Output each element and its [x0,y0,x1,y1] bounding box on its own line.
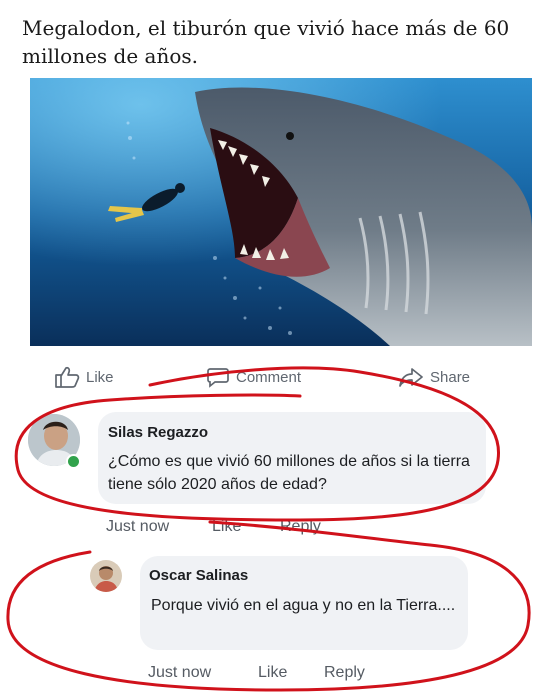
comment-icon [207,368,229,388]
like-button[interactable]: Like [54,366,114,388]
comment-text: Porque vivió en el agua y no en la Tierr… [151,597,456,614]
megalodon-photo [30,78,532,346]
comment-author[interactable]: Silas Regazzo [108,424,208,441]
comment-reply-link[interactable]: Reply [324,664,365,682]
post-caption: Megalodon, el tiburón que vivió hace más… [22,16,510,68]
comment-bubble: Silas Regazzo ¿Cómo es que vivió 60 mill… [98,412,486,504]
comment-timestamp: Just now [106,518,170,535]
comment-bubble: Oscar Salinas Porque vivió en el agua y … [140,556,468,650]
share-icon [399,368,423,387]
share-button[interactable]: Share [398,366,470,388]
post-image[interactable] [30,78,532,346]
comment-author[interactable]: Oscar Salinas [149,567,248,584]
comment-button[interactable]: Comment [206,366,301,388]
thumbs-up-icon [55,366,80,388]
post-action-bar: Like Comment Share [0,362,536,392]
comment-reply-link[interactable]: Reply [280,518,321,536]
share-button-label: Share [430,368,471,386]
comment-timestamp: Just now [148,664,212,681]
profile-photo [90,560,122,592]
comment-like-link[interactable]: Like [258,664,287,682]
like-button-label: Like [86,368,114,386]
online-status-indicator [66,454,81,469]
comment-button-label: Comment [236,368,302,386]
comment-text: ¿Cómo es que vivió 60 millones de años s… [108,453,470,493]
comment-like-link[interactable]: Like [212,518,241,536]
avatar[interactable] [90,560,122,592]
